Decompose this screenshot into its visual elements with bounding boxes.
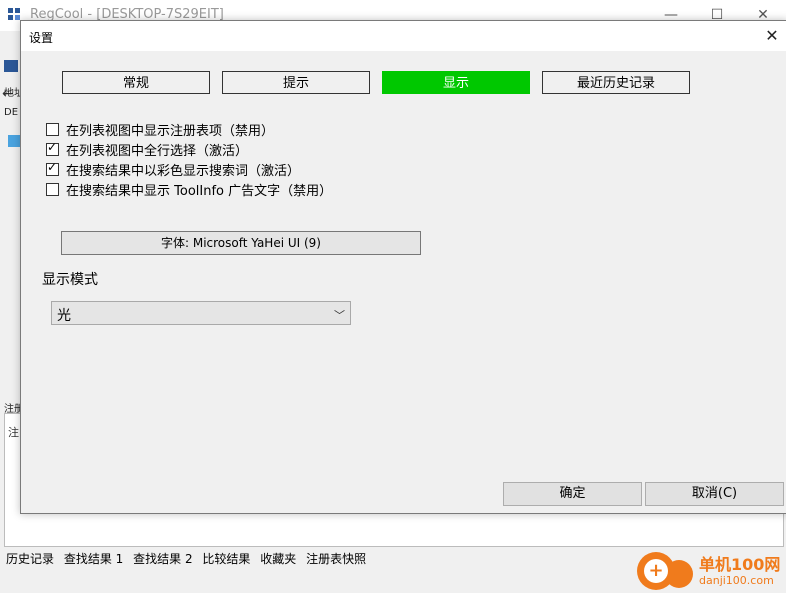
main-side-icon bbox=[4, 60, 18, 72]
main-lower-text: 注 bbox=[8, 426, 19, 439]
tab-history[interactable]: 历史记录 bbox=[6, 552, 54, 566]
watermark: + 单机100网 danji100.com bbox=[637, 550, 786, 593]
option-label: 在列表视图中全行选择（激活） bbox=[66, 143, 249, 159]
settings-dialog: 设置 ✕ 常规 提示 显示 最近历史记录 在列表视图中显示注册表项（禁用） 在列… bbox=[20, 20, 786, 514]
dialog-title: 设置 bbox=[29, 31, 54, 45]
checkbox-icon[interactable] bbox=[46, 122, 59, 136]
checkbox-icon[interactable] bbox=[46, 140, 59, 156]
display-mode-select[interactable]: 光 ﹀ bbox=[51, 301, 351, 325]
display-mode-label: 显示模式 bbox=[42, 272, 98, 288]
option-full-row-select[interactable]: 在列表视图中全行选择（激活） bbox=[46, 139, 248, 159]
option-color-search-terms[interactable]: 在搜索结果中以彩色显示搜索词（激活） bbox=[46, 159, 300, 179]
chevron-down-icon: ﹀ bbox=[334, 309, 345, 322]
tab-display[interactable]: 显示 bbox=[382, 71, 530, 94]
checkbox-icon[interactable] bbox=[46, 182, 59, 196]
tab-compare[interactable]: 比较结果 bbox=[202, 552, 250, 566]
display-mode-value: 光 bbox=[57, 308, 71, 324]
tab-favorites[interactable]: 收藏夹 bbox=[260, 552, 296, 566]
dialog-titlebar: 设置 ✕ bbox=[21, 21, 786, 51]
option-label: 在列表视图中显示注册表项（禁用） bbox=[66, 123, 275, 139]
tab-search-1[interactable]: 查找结果 1 bbox=[64, 552, 123, 566]
tab-general[interactable]: 常规 bbox=[62, 71, 210, 94]
tab-snapshot[interactable]: 注册表快照 bbox=[306, 552, 366, 566]
address-value[interactable]: DE bbox=[4, 107, 18, 118]
watermark-url: danji100.com bbox=[699, 574, 774, 587]
font-button[interactable]: 字体: Microsoft YaHei UI (9) bbox=[61, 231, 421, 255]
tab-recent-history[interactable]: 最近历史记录 bbox=[542, 71, 690, 94]
cancel-button[interactable]: 取消(C) bbox=[645, 482, 784, 506]
close-icon[interactable]: ✕ bbox=[757, 21, 786, 51]
tab-search-2[interactable]: 查找结果 2 bbox=[133, 552, 192, 566]
main-bottom-tabs: 历史记录 查找结果 1 查找结果 2 比较结果 收藏夹 注册表快照 bbox=[6, 550, 372, 567]
option-label: 在搜索结果中以彩色显示搜索词（激活） bbox=[66, 163, 301, 179]
checkbox-icon[interactable] bbox=[46, 160, 59, 176]
option-show-keys[interactable]: 在列表视图中显示注册表项（禁用） bbox=[46, 119, 274, 139]
watermark-logo-icon: + bbox=[637, 552, 675, 590]
option-label: 在搜索结果中显示 ToolInfo 广告文字（禁用） bbox=[66, 183, 333, 199]
ok-button[interactable]: 确定 bbox=[503, 482, 642, 506]
watermark-title: 单机100网 bbox=[699, 555, 781, 574]
tab-tips[interactable]: 提示 bbox=[222, 71, 370, 94]
tree-icon bbox=[8, 135, 20, 147]
option-show-toolinfo-ads[interactable]: 在搜索结果中显示 ToolInfo 广告文字（禁用） bbox=[46, 179, 332, 199]
